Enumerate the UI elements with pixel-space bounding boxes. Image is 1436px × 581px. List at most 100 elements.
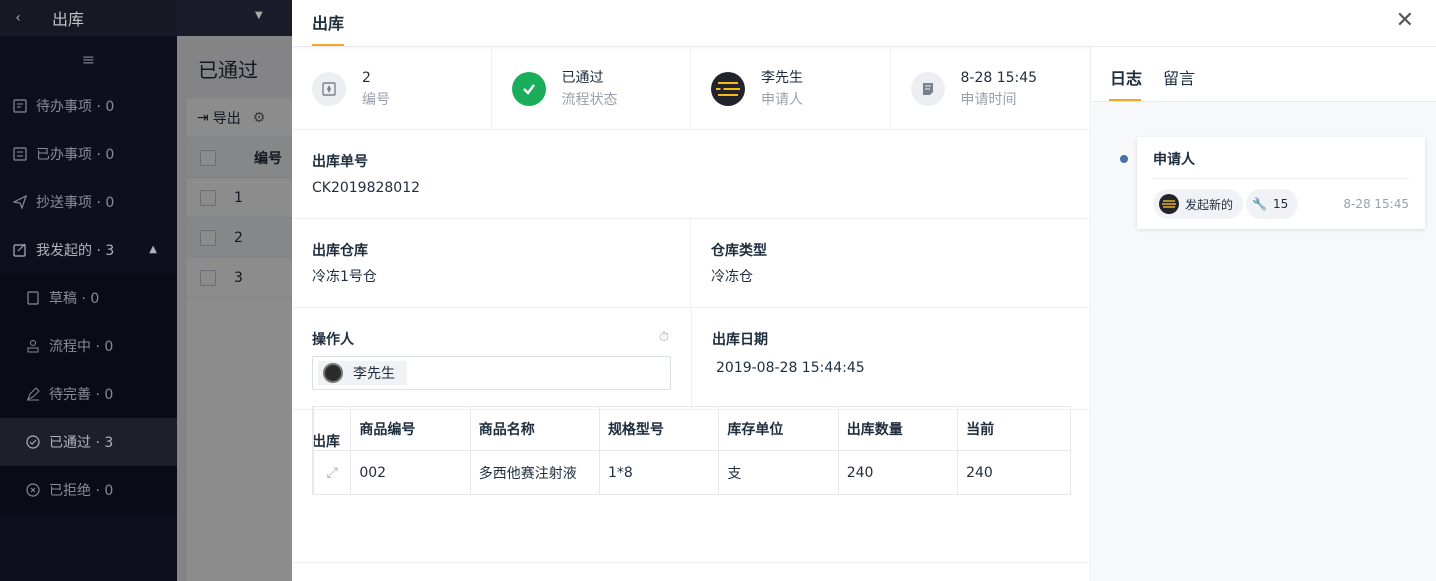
operator-tag: 李先生 (318, 361, 407, 385)
field-row: 操作人 ⏱ 李先生 出库日期 2019-08-28 15:44:45 (292, 308, 1090, 410)
items-table-wrap[interactable]: 商品编号 商品名称 规格型号 库存单位 出库数量 当前 ⤢ 002 多西他赛注射… (312, 406, 1071, 495)
check-icon (511, 71, 546, 106)
sidebar-item-pending[interactable]: 待完善 · 0 (0, 370, 177, 418)
date-field: 出库日期 2019-08-28 15:44:45 (692, 308, 1090, 409)
tab-log[interactable]: 日志 (1110, 65, 1142, 89)
menu-collapse-icon[interactable]: ≡ (0, 36, 177, 82)
header-cell: 出库数量 (837, 406, 959, 451)
detail-drawer: 出库 ✕ 2 编号 已通过 流程状态 李先生 申请人 8-28 15:45 申请… (292, 0, 1436, 581)
modal-overlay[interactable] (177, 36, 292, 581)
header-cell: 当前 (957, 406, 1071, 451)
operator-select[interactable]: 李先生 (312, 356, 671, 390)
draft-icon (25, 290, 41, 306)
detail-main: 2 编号 已通过 流程状态 李先生 申请人 8-28 15:45 申请时间 出库… (292, 47, 1091, 581)
sidebar-item-done[interactable]: 已办事项 · 0 (0, 130, 177, 178)
header-cell: 规格型号 (598, 406, 720, 451)
tag-label: 发起新的 (1185, 197, 1234, 212)
sidebar: ‹ 出库 ≡ 待办事项 · 0 已办事项 · 0 抄送事项 · 0 我发起的 ·… (0, 0, 177, 581)
tab-comments[interactable]: 留言 (1163, 65, 1195, 89)
initiated-icon (12, 242, 28, 258)
tab-indicator (1109, 99, 1141, 101)
table-cell: 1*8 (598, 450, 720, 495)
drawer-title: 出库 (312, 14, 345, 33)
field-row: 出库单号 CK2019828012 (292, 130, 1090, 219)
table-cell: 002 (350, 450, 471, 495)
topbar: ▼ (177, 0, 292, 36)
divider (292, 562, 1091, 563)
sidebar-item-initiated[interactable]: 我发起的 · 3 ▲ (0, 226, 177, 274)
avatar (711, 71, 745, 106)
sidebar-item-label: 已通过 · 3 (49, 435, 114, 451)
send-icon (12, 194, 28, 210)
log-time: 8-28 15:45 (1343, 197, 1409, 211)
timeline-dot (1120, 155, 1128, 163)
summary-value: 8-28 15:45 (960, 69, 1038, 86)
field-value: CK2019828012 (312, 180, 421, 196)
log-title: 申请人 (1153, 152, 1195, 168)
expand-icon[interactable]: ⤢ (313, 450, 352, 495)
sidebar-item-cc[interactable]: 抄送事项 · 0 (0, 178, 177, 226)
title-underline (312, 44, 344, 46)
todo-icon (12, 98, 28, 114)
sidebar-header: ‹ 出库 (0, 0, 177, 36)
activity-panel: 日志 留言 申请人 发起新的 🔧 15 8-28 15:45 (1092, 47, 1436, 581)
header-cell: 商品名称 (469, 406, 600, 451)
operator-field: 操作人 ⏱ 李先生 (292, 308, 692, 409)
table-cell: 240 (957, 450, 1071, 495)
warehouse-field: 出库仓库 冷冻1号仓 (292, 219, 691, 307)
field-label: 出库仓库 (312, 243, 368, 259)
sidebar-item-label: 已拒绝 · 0 (49, 483, 114, 499)
warehouse-type-field: 仓库类型 冷冻仓 (691, 219, 1090, 307)
avatar (323, 363, 343, 383)
avatar (1159, 194, 1179, 214)
sidebar-title: 出库 (52, 10, 85, 29)
summary-label: 流程状态 (561, 91, 618, 108)
divider (1153, 178, 1409, 179)
operator-name: 李先生 (353, 366, 395, 382)
summary-time: 8-28 15:45 申请时间 (891, 47, 1091, 130)
close-icon[interactable]: ✕ (1396, 10, 1414, 32)
sidebar-item-draft[interactable]: 草稿 · 0 (0, 274, 177, 322)
table-cell: 240 (837, 450, 959, 495)
summary-label: 申请时间 (960, 91, 1017, 108)
sidebar-item-todo[interactable]: 待办事项 · 0 (0, 82, 177, 130)
document-icon (910, 71, 945, 106)
back-icon[interactable]: ‹ (0, 0, 36, 36)
summary-value: 李先生 (761, 69, 803, 86)
edit-icon (25, 386, 41, 402)
field-label: 出库单号 (312, 154, 368, 170)
sidebar-item-label: 流程中 · 0 (49, 339, 114, 355)
drawer-header: 出库 ✕ (292, 0, 1436, 47)
log-entry: 申请人 发起新的 🔧 15 8-28 15:45 (1137, 137, 1425, 229)
items-table: 商品编号 商品名称 规格型号 库存单位 出库数量 当前 ⤢ 002 多西他赛注射… (313, 406, 1071, 495)
sidebar-item-label: 我发起的 · 3 (36, 243, 115, 259)
timer-icon[interactable]: ⏱ (659, 330, 669, 345)
wrench-icon: 🔧 (1252, 197, 1267, 211)
flow-icon (25, 338, 41, 354)
sidebar-item-inflow[interactable]: 流程中 · 0 (0, 322, 177, 370)
summary-bar: 2 编号 已通过 流程状态 李先生 申请人 8-28 15:45 申请时间 (292, 47, 1090, 130)
sidebar-item-rejected[interactable]: 已拒绝 · 0 (0, 466, 177, 514)
table-header: 商品编号 商品名称 规格型号 库存单位 出库数量 当前 (313, 406, 1071, 451)
summary-label: 申请人 (761, 91, 803, 108)
close-circle-icon (25, 482, 41, 498)
log-tag-count: 🔧 15 (1246, 189, 1299, 219)
sidebar-item-approved[interactable]: 已通过 · 3 (0, 418, 177, 466)
field-value: 冷冻仓 (711, 269, 753, 285)
table-row[interactable]: ⤢ 002 多西他赛注射液 1*8 支 240 240 (313, 450, 1071, 495)
sidebar-item-label: 抄送事项 · 0 (36, 195, 115, 211)
field-label: 仓库类型 (711, 243, 767, 259)
field-value: 2019-08-28 15:44:45 (716, 360, 865, 376)
log-tag-initiated: 发起新的 (1153, 189, 1244, 219)
header-cell: 商品编号 (350, 406, 471, 451)
header-cell (313, 406, 352, 451)
table-cell: 多西他赛注射液 (469, 450, 600, 495)
summary-applicant: 李先生 申请人 (691, 47, 891, 130)
sidebar-item-label: 待办事项 · 0 (36, 99, 115, 115)
activity-tabs: 日志 留言 (1092, 47, 1436, 102)
field-label: 操作人 (312, 332, 354, 348)
summary-label: 编号 (362, 91, 390, 108)
chevron-down-icon: ▼ (255, 10, 263, 21)
header-cell: 库存单位 (718, 406, 839, 451)
sidebar-item-label: 草稿 · 0 (49, 291, 100, 307)
